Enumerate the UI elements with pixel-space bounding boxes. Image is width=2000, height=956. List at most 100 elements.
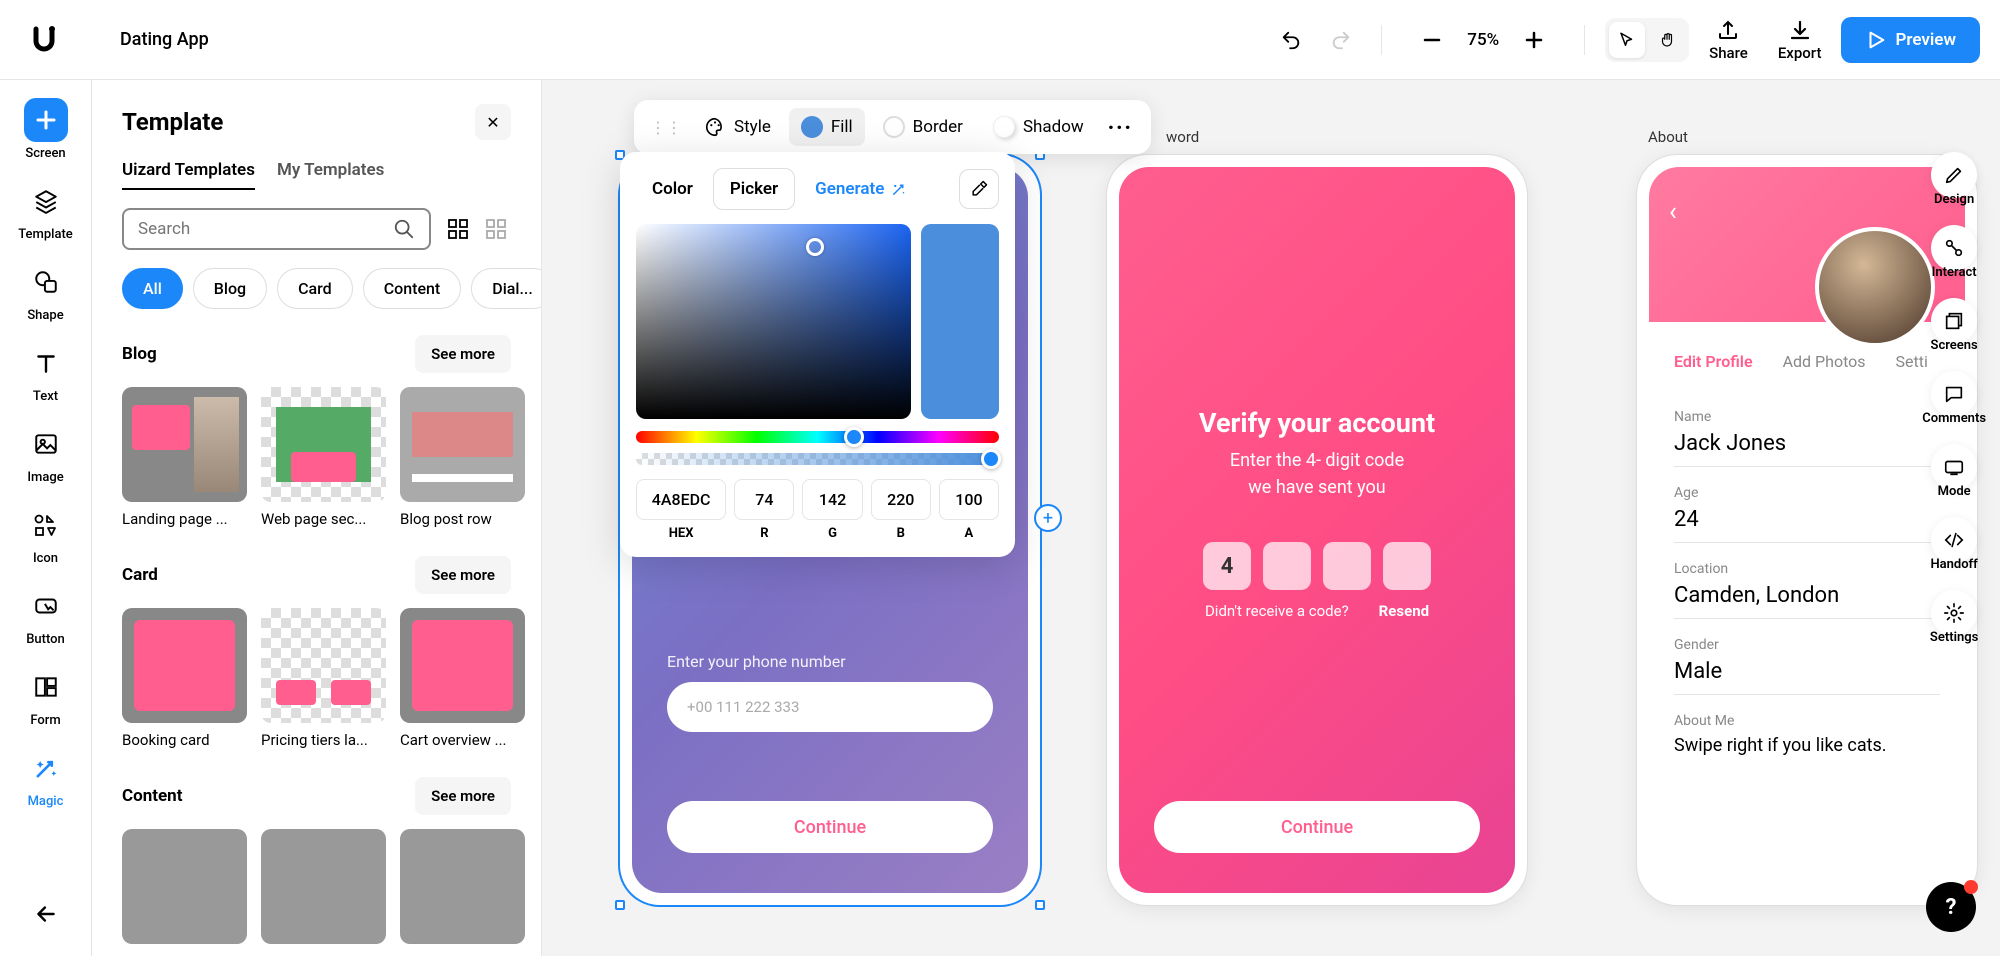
chip-card[interactable]: Card (277, 268, 353, 309)
chip-all[interactable]: All (122, 268, 183, 309)
redo-button[interactable] (1321, 20, 1361, 60)
rail-image[interactable]: Image (0, 422, 91, 485)
rail-shape[interactable]: Shape (0, 260, 91, 323)
chip-dialog[interactable]: Dial... (471, 268, 541, 309)
gender-value[interactable]: Male (1674, 653, 1940, 695)
zoom-out-button[interactable] (1412, 20, 1452, 60)
location-label: Location (1674, 561, 1940, 577)
template-card[interactable]: Cart overview ... (400, 608, 525, 749)
a-input[interactable]: 100 (939, 479, 999, 520)
preview-button[interactable]: Preview (1841, 17, 1980, 63)
template-card[interactable] (261, 829, 386, 952)
play-icon (1865, 29, 1887, 51)
template-card[interactable]: Web page sec... (261, 387, 386, 528)
mode-label: Mode (1938, 484, 1971, 499)
g-input[interactable]: 142 (802, 479, 862, 520)
template-card[interactable]: Blog post row (400, 387, 525, 528)
see-more-content[interactable]: See more (415, 777, 511, 815)
rail-magic[interactable]: Magic (0, 746, 91, 809)
rail-back[interactable] (0, 892, 91, 936)
export-action[interactable]: Export (1768, 18, 1832, 62)
help-button[interactable]: ? (1926, 882, 1976, 932)
magic-icon (890, 180, 908, 198)
rail-screen[interactable]: Screen (0, 98, 91, 161)
template-card[interactable] (122, 829, 247, 952)
r-input[interactable]: 74 (734, 479, 794, 520)
avatar[interactable] (1815, 227, 1935, 347)
undo-button[interactable] (1271, 20, 1311, 60)
see-more-card[interactable]: See more (415, 556, 511, 594)
rail-template[interactable]: Template (0, 179, 91, 242)
fill-tab[interactable]: Fill (789, 108, 865, 146)
picker-tab-picker[interactable]: Picker (713, 168, 795, 210)
code-digit-4[interactable] (1383, 542, 1431, 590)
border-swatch (883, 116, 905, 138)
cursor-mode-group (1605, 18, 1689, 62)
color-preview-swatch (921, 224, 999, 419)
continue-button[interactable]: Continue (1154, 801, 1480, 853)
chip-blog[interactable]: Blog (193, 268, 267, 309)
hue-slider[interactable] (636, 431, 999, 443)
eyedropper-button[interactable] (959, 169, 999, 209)
saturation-cursor[interactable] (806, 238, 824, 256)
age-value[interactable]: 24 (1674, 501, 1940, 543)
profile-tab-edit[interactable]: Edit Profile (1674, 352, 1753, 371)
back-icon[interactable]: ‹ (1669, 197, 1677, 227)
picker-tab-color[interactable]: Color (636, 169, 709, 209)
tab-uizard-templates[interactable]: Uizard Templates (122, 160, 255, 190)
list-view-button[interactable] (481, 214, 511, 244)
location-value[interactable]: Camden, London (1674, 577, 1940, 619)
add-connection-handle[interactable]: + (1034, 504, 1062, 532)
shadow-tab[interactable]: Shadow (981, 108, 1096, 146)
alpha-slider[interactable] (636, 453, 999, 465)
no-code-text: Didn't receive a code? (1205, 602, 1349, 620)
artboard-label[interactable]: About (1648, 128, 1688, 146)
tab-my-templates[interactable]: My Templates (277, 160, 384, 190)
style-tab[interactable]: Style (692, 108, 783, 146)
continue-button[interactable]: Continue (667, 801, 993, 853)
aboutme-label: About Me (1674, 713, 1940, 729)
see-more-blog[interactable]: See more (415, 335, 511, 373)
artboard-verify[interactable]: Verify your account Enter the 4- digit c… (1107, 155, 1527, 905)
saturation-area[interactable] (636, 224, 911, 419)
rail-button[interactable]: Button (0, 584, 91, 647)
project-name[interactable]: Dating App (120, 29, 209, 50)
name-value[interactable]: Jack Jones (1674, 425, 1940, 467)
hex-input[interactable]: 4A8EDC (636, 479, 726, 520)
panel-close-button[interactable]: ✕ (475, 104, 511, 140)
interact-label: Interact (1932, 265, 1977, 280)
artboard-label[interactable]: word (1166, 128, 1199, 146)
more-button[interactable]: ··· (1102, 115, 1139, 139)
chip-content[interactable]: Content (363, 268, 462, 309)
profile-tab-photos[interactable]: Add Photos (1783, 352, 1866, 371)
rail-icon[interactable]: Icon (0, 503, 91, 566)
picker-tab-generate[interactable]: Generate (799, 169, 924, 209)
code-digit-3[interactable] (1323, 542, 1371, 590)
export-icon (1788, 18, 1812, 42)
border-tab[interactable]: Border (871, 108, 975, 146)
template-card[interactable]: Landing page ... (122, 387, 247, 528)
hand-cursor-button[interactable] (1649, 22, 1685, 58)
select-cursor-button[interactable] (1609, 22, 1645, 58)
template-card[interactable]: Booking card (122, 608, 247, 749)
code-digit-2[interactable] (1263, 542, 1311, 590)
template-card[interactable] (400, 829, 525, 952)
name-label: Name (1674, 409, 1940, 425)
search-input[interactable] (138, 219, 393, 239)
b-input[interactable]: 220 (871, 479, 931, 520)
code-digit-1[interactable]: 4 (1203, 542, 1251, 590)
zoom-value[interactable]: 75% (1467, 30, 1499, 50)
share-action[interactable]: Share (1699, 18, 1758, 62)
grid-view-button[interactable] (443, 214, 473, 244)
hue-knob[interactable] (844, 427, 864, 447)
rail-form[interactable]: Form (0, 665, 91, 728)
rail-text[interactable]: Text (0, 341, 91, 404)
aboutme-value[interactable]: Swipe right if you like cats. (1674, 729, 1940, 756)
alpha-knob[interactable] (981, 449, 1001, 469)
phone-input[interactable]: +00 111 222 333 (667, 682, 993, 732)
drag-handle-icon[interactable]: ⋮⋮ (646, 118, 686, 137)
zoom-in-button[interactable] (1514, 20, 1554, 60)
resend-button[interactable]: Resend (1379, 602, 1429, 620)
template-card[interactable]: Pricing tiers la... (261, 608, 386, 749)
template-search[interactable] (122, 208, 431, 250)
